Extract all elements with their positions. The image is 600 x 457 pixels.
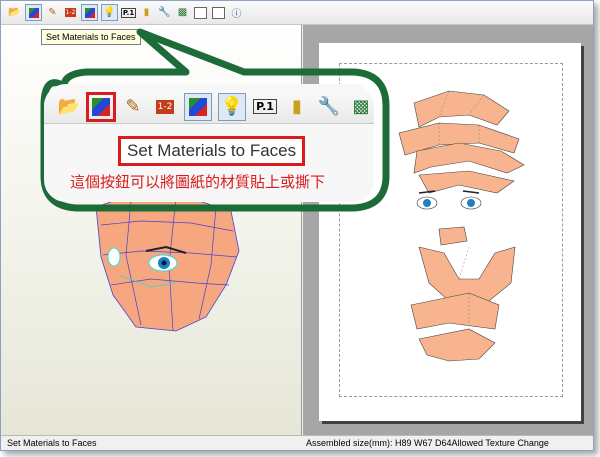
zoom-callout: 📂 ✎ 1-2 💡 P.1 ▮ 🔧 ▩ Set Materials to Fac… (44, 84, 374, 202)
open-icon[interactable]: 📂 (7, 5, 22, 20)
number-icon[interactable]: 1-2 (63, 5, 78, 20)
zoom-wrench-icon: 🔧 (317, 96, 341, 117)
callout-note: 這個按鈕可以將圖紙的材質貼上或撕下 (70, 173, 326, 191)
cube-icon[interactable] (81, 4, 98, 21)
materials-icon[interactable] (25, 4, 42, 21)
window-icon[interactable] (193, 5, 208, 20)
tooltip: Set Materials to Faces (41, 29, 141, 45)
status-bar: Set Materials to Faces Assembled size(mm… (1, 435, 593, 450)
zoom-materials-icon (86, 91, 116, 122)
info-icon[interactable]: ⓘ (229, 5, 244, 20)
print-icon[interactable]: ▩ (175, 5, 190, 20)
zoom-tooltip: Set Materials to Faces (118, 136, 306, 166)
bulb-icon[interactable]: 💡 (101, 4, 118, 21)
zoom-open-icon: 📂 (57, 96, 81, 117)
status-text-left: Set Materials to Faces (7, 438, 97, 448)
zoom-print-icon: ▩ (352, 96, 370, 117)
status-text-right: Assembled size(mm): H89 W67 D64Allowed T… (306, 438, 549, 448)
zoom-page-number-icon: P.1 (252, 94, 278, 120)
zoom-bulb-icon: 💡 (218, 92, 246, 121)
zoom-number-icon: 1-2 (155, 99, 175, 114)
fold-icon[interactable]: ▮ (139, 5, 154, 20)
wrench-icon[interactable]: 🔧 (157, 5, 172, 20)
page-number-icon[interactable]: P.1 (120, 5, 137, 20)
zoom-toolbar: 📂 ✎ 1-2 💡 P.1 ▮ 🔧 ▩ (44, 90, 374, 124)
app-window: 📂 ✎ 1-2 💡 P.1 ▮ 🔧 ▩ ⓘ Set Materials to F… (0, 0, 594, 451)
zoom-brush-icon: ✎ (125, 96, 141, 117)
zoom-fold-icon: ▮ (292, 96, 302, 117)
window2-icon[interactable] (211, 5, 226, 20)
toolbar: 📂 ✎ 1-2 💡 P.1 ▮ 🔧 ▩ ⓘ (1, 1, 593, 25)
brush-icon[interactable]: ✎ (45, 5, 60, 20)
zoom-cube-icon (184, 92, 212, 121)
